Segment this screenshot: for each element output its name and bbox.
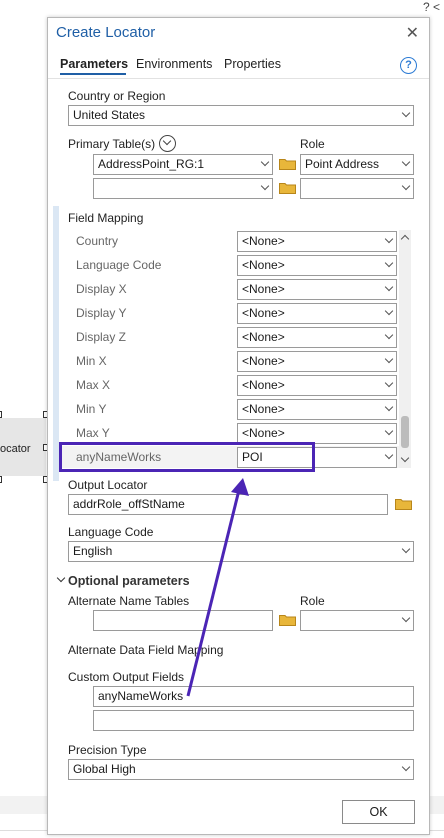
background-node-label: ocator bbox=[0, 443, 31, 455]
field-mapping-row-label: Language Code bbox=[76, 258, 162, 272]
chevron-down-icon bbox=[384, 427, 394, 439]
chevron-down-icon bbox=[401, 182, 411, 194]
role-label: Role bbox=[300, 137, 325, 151]
tabs-divider bbox=[48, 78, 429, 79]
chevron-down-icon bbox=[384, 379, 394, 391]
collapse-icon[interactable] bbox=[159, 135, 176, 152]
chevron-down-icon bbox=[384, 259, 394, 271]
close-icon[interactable]: ✕ bbox=[406, 23, 419, 43]
precision-type-value: Global High bbox=[73, 762, 136, 776]
language-code-dropdown[interactable]: English bbox=[68, 541, 414, 562]
output-locator-label: Output Locator bbox=[68, 478, 148, 492]
field-mapping-value: <None> bbox=[242, 282, 285, 296]
role-dropdown[interactable]: Point Address bbox=[300, 154, 414, 175]
field-mapping-value: <None> bbox=[242, 378, 285, 392]
field-mapping-value: <None> bbox=[242, 330, 285, 344]
language-code-label: Language Code bbox=[68, 525, 154, 539]
annotation-highlight-box bbox=[59, 442, 315, 472]
output-locator-field[interactable]: addrRole_offStName bbox=[68, 494, 388, 515]
node-handle[interactable] bbox=[0, 411, 2, 418]
chevron-down-icon bbox=[260, 182, 270, 194]
language-code-value: English bbox=[73, 544, 113, 558]
active-tab-indicator bbox=[60, 73, 126, 75]
field-mapping-label: Field Mapping bbox=[68, 211, 144, 225]
alternate-role-dropdown[interactable] bbox=[300, 610, 414, 631]
field-mapping-dropdown[interactable]: <None> bbox=[237, 423, 397, 444]
ok-button[interactable]: OK bbox=[342, 800, 415, 824]
folder-icon[interactable] bbox=[279, 157, 296, 170]
folder-icon[interactable] bbox=[395, 497, 412, 510]
optional-parameters-heading[interactable]: Optional parameters bbox=[68, 574, 190, 588]
field-mapping-dropdown[interactable]: <None> bbox=[237, 327, 397, 348]
chevron-down-icon bbox=[401, 158, 411, 170]
chevron-down-icon bbox=[260, 158, 270, 170]
role-dropdown[interactable] bbox=[300, 178, 414, 199]
field-mapping-dropdown[interactable]: <None> bbox=[237, 231, 397, 252]
precision-type-dropdown[interactable]: Global High bbox=[68, 759, 414, 780]
tab-properties[interactable]: Properties bbox=[224, 57, 281, 71]
country-dropdown[interactable]: United States bbox=[68, 105, 414, 126]
chevron-down-icon bbox=[401, 109, 411, 121]
chevron-down-icon bbox=[401, 763, 411, 775]
field-mapping-row-label: Country bbox=[76, 234, 119, 248]
tab-environments[interactable]: Environments bbox=[136, 57, 212, 71]
primary-table-value: AddressPoint_RG:1 bbox=[98, 157, 205, 171]
field-mapping-row-label: Max X bbox=[76, 378, 111, 392]
field-mapping-row-label: Display Z bbox=[76, 330, 127, 344]
chevron-down-icon[interactable] bbox=[56, 573, 66, 583]
field-mapping-value: <None> bbox=[242, 402, 285, 416]
country-label: Country or Region bbox=[68, 89, 166, 103]
pane-title: Create Locator bbox=[56, 24, 156, 41]
field-mapping-dropdown[interactable]: <None> bbox=[237, 351, 397, 372]
chevron-down-icon bbox=[384, 235, 394, 247]
field-mapping-dropdown[interactable]: <None> bbox=[237, 375, 397, 396]
folder-icon[interactable] bbox=[279, 613, 296, 626]
field-mapping-dropdown[interactable]: <None> bbox=[237, 279, 397, 300]
precision-type-label: Precision Type bbox=[68, 743, 147, 757]
scrollbar-thumb[interactable] bbox=[401, 416, 409, 448]
chevron-down-icon bbox=[384, 307, 394, 319]
primary-tables-label: Primary Table(s) bbox=[68, 137, 156, 151]
create-locator-pane: Create Locator ✕ Parameters Environments… bbox=[47, 17, 430, 835]
field-mapping-value: <None> bbox=[242, 234, 285, 248]
help-icon[interactable]: ? bbox=[400, 57, 417, 74]
chevron-down-icon bbox=[384, 403, 394, 415]
primary-table-dropdown[interactable]: AddressPoint_RG:1 bbox=[93, 154, 273, 175]
field-mapping-dropdown[interactable]: <None> bbox=[237, 399, 397, 420]
scroll-down-icon[interactable] bbox=[400, 455, 410, 463]
field-mapping-value: <None> bbox=[242, 258, 285, 272]
alternate-role-label: Role bbox=[300, 594, 325, 608]
field-mapping-row-label: Display Y bbox=[76, 306, 127, 320]
custom-output-field[interactable] bbox=[93, 710, 414, 731]
role-value: Point Address bbox=[305, 157, 380, 171]
alternate-name-tables-label: Alternate Name Tables bbox=[68, 594, 190, 608]
alternate-name-table-field[interactable] bbox=[93, 610, 273, 631]
chevron-down-icon bbox=[401, 545, 411, 557]
field-mapping-row-label: Min Y bbox=[76, 402, 107, 416]
chevron-down-icon bbox=[384, 355, 394, 367]
custom-output-fields-label: Custom Output Fields bbox=[68, 670, 185, 684]
field-mapping-row-label: Max Y bbox=[76, 426, 110, 440]
folder-icon[interactable] bbox=[279, 181, 296, 194]
chevron-down-icon bbox=[401, 614, 411, 626]
chevron-down-icon bbox=[384, 331, 394, 343]
tab-parameters[interactable]: Parameters bbox=[60, 57, 128, 71]
field-mapping-value: <None> bbox=[242, 354, 285, 368]
primary-table-dropdown[interactable] bbox=[93, 178, 273, 199]
field-mapping-value: <None> bbox=[242, 306, 285, 320]
background-corner-text: ? < bbox=[422, 0, 440, 14]
alternate-data-field-mapping-label: Alternate Data Field Mapping bbox=[68, 643, 224, 657]
field-mapping-dropdown[interactable]: <None> bbox=[237, 303, 397, 324]
custom-output-field[interactable]: anyNameWorks bbox=[93, 686, 414, 707]
field-mapping-value: <None> bbox=[242, 426, 285, 440]
country-value: United States bbox=[73, 108, 146, 122]
node-handle[interactable] bbox=[0, 476, 2, 483]
scroll-up-icon[interactable] bbox=[400, 233, 410, 241]
field-mapping-row-label: Min X bbox=[76, 354, 107, 368]
field-mapping-dropdown[interactable]: <None> bbox=[237, 255, 397, 276]
field-mapping-indicator bbox=[53, 206, 59, 481]
field-mapping-row-label: Display X bbox=[76, 282, 127, 296]
chevron-down-icon bbox=[384, 451, 394, 463]
chevron-down-icon bbox=[384, 283, 394, 295]
